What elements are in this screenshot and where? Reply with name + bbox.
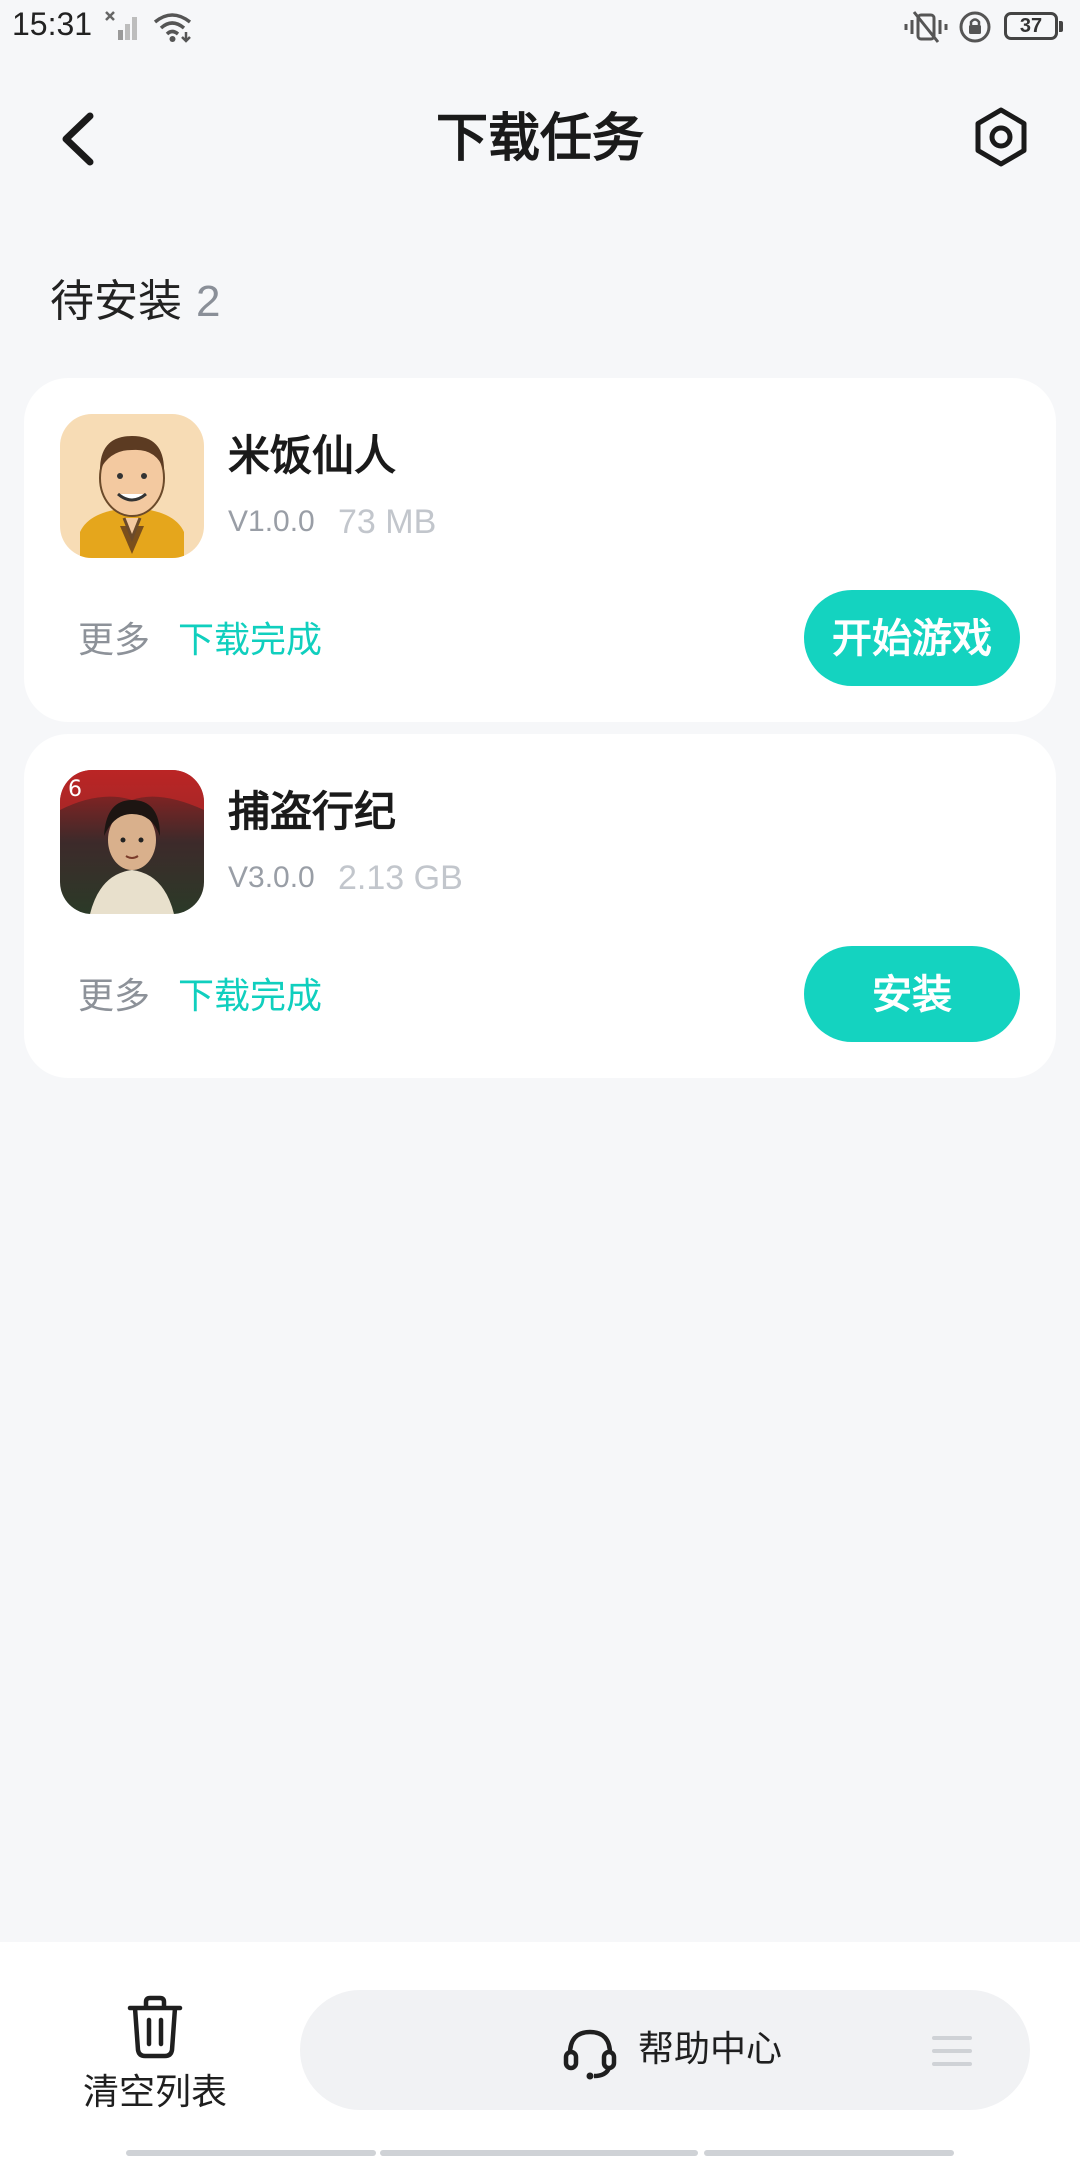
clear-list-label: 清空列表 xyxy=(82,2072,227,2113)
app-size: 2.13 GB xyxy=(338,859,463,897)
section-count: 2 xyxy=(196,277,221,326)
bottom-bar: 清空列表 帮助中心 xyxy=(0,1942,1080,2160)
download-status: 下载完成 xyxy=(178,620,323,661)
clear-list-button[interactable]: 清空列表 xyxy=(60,1994,250,2124)
app-version: V3.0.0 xyxy=(228,861,315,894)
headset-icon xyxy=(562,2024,618,2084)
task-card: 6 捕盗行纪 V3.0.0 2.13 GB 更多 下载完成 安装 xyxy=(24,734,1056,1078)
menu-icon[interactable] xyxy=(932,2034,972,2072)
gesture-bar xyxy=(704,2150,954,2156)
task-card: 米饭仙人 V1.0.0 73 MB 更多 下载完成 开始游戏 xyxy=(24,378,1056,722)
vibrate-mute-icon xyxy=(904,10,948,48)
section-header: 待安装 2 xyxy=(50,272,220,332)
download-tasks-screen: 15:31 37 下载任务 待安装 2 米饭仙人 V1.0.0 73 MB 更多… xyxy=(0,0,1080,2160)
svg-text:6: 6 xyxy=(68,777,82,802)
status-time: 15:31 xyxy=(12,6,93,42)
download-status: 下载完成 xyxy=(178,976,323,1017)
help-center-button[interactable]: 帮助中心 xyxy=(300,1990,1030,2110)
status-bar: 15:31 37 xyxy=(0,0,1080,56)
settings-button[interactable] xyxy=(968,104,1034,174)
page-title: 下载任务 xyxy=(435,109,644,169)
section-label: 待安装 xyxy=(50,276,182,327)
help-center-label: 帮助中心 xyxy=(638,2029,783,2070)
hexagon-settings-icon xyxy=(975,107,1027,167)
battery-indicator: 37 xyxy=(1004,12,1063,40)
install-button[interactable]: 安装 xyxy=(804,946,1020,1042)
app-size: 73 MB xyxy=(338,503,437,541)
more-link[interactable]: 更多 xyxy=(78,972,150,1022)
app-icon-mifan[interactable] xyxy=(60,414,204,558)
start-game-button[interactable]: 开始游戏 xyxy=(804,590,1020,686)
app-name: 捕盗行纪 xyxy=(228,787,397,836)
gesture-bar xyxy=(126,2150,376,2156)
signal-x-icon xyxy=(104,10,144,46)
wifi-icon xyxy=(152,10,196,48)
rotation-lock-icon xyxy=(958,10,992,48)
app-icon-budao[interactable]: 6 xyxy=(60,770,204,914)
app-version: V1.0.0 xyxy=(228,505,315,538)
gesture-bar xyxy=(380,2150,698,2156)
app-name: 米饭仙人 xyxy=(228,431,397,480)
more-link[interactable]: 更多 xyxy=(78,616,150,666)
trash-icon xyxy=(124,1994,186,2064)
